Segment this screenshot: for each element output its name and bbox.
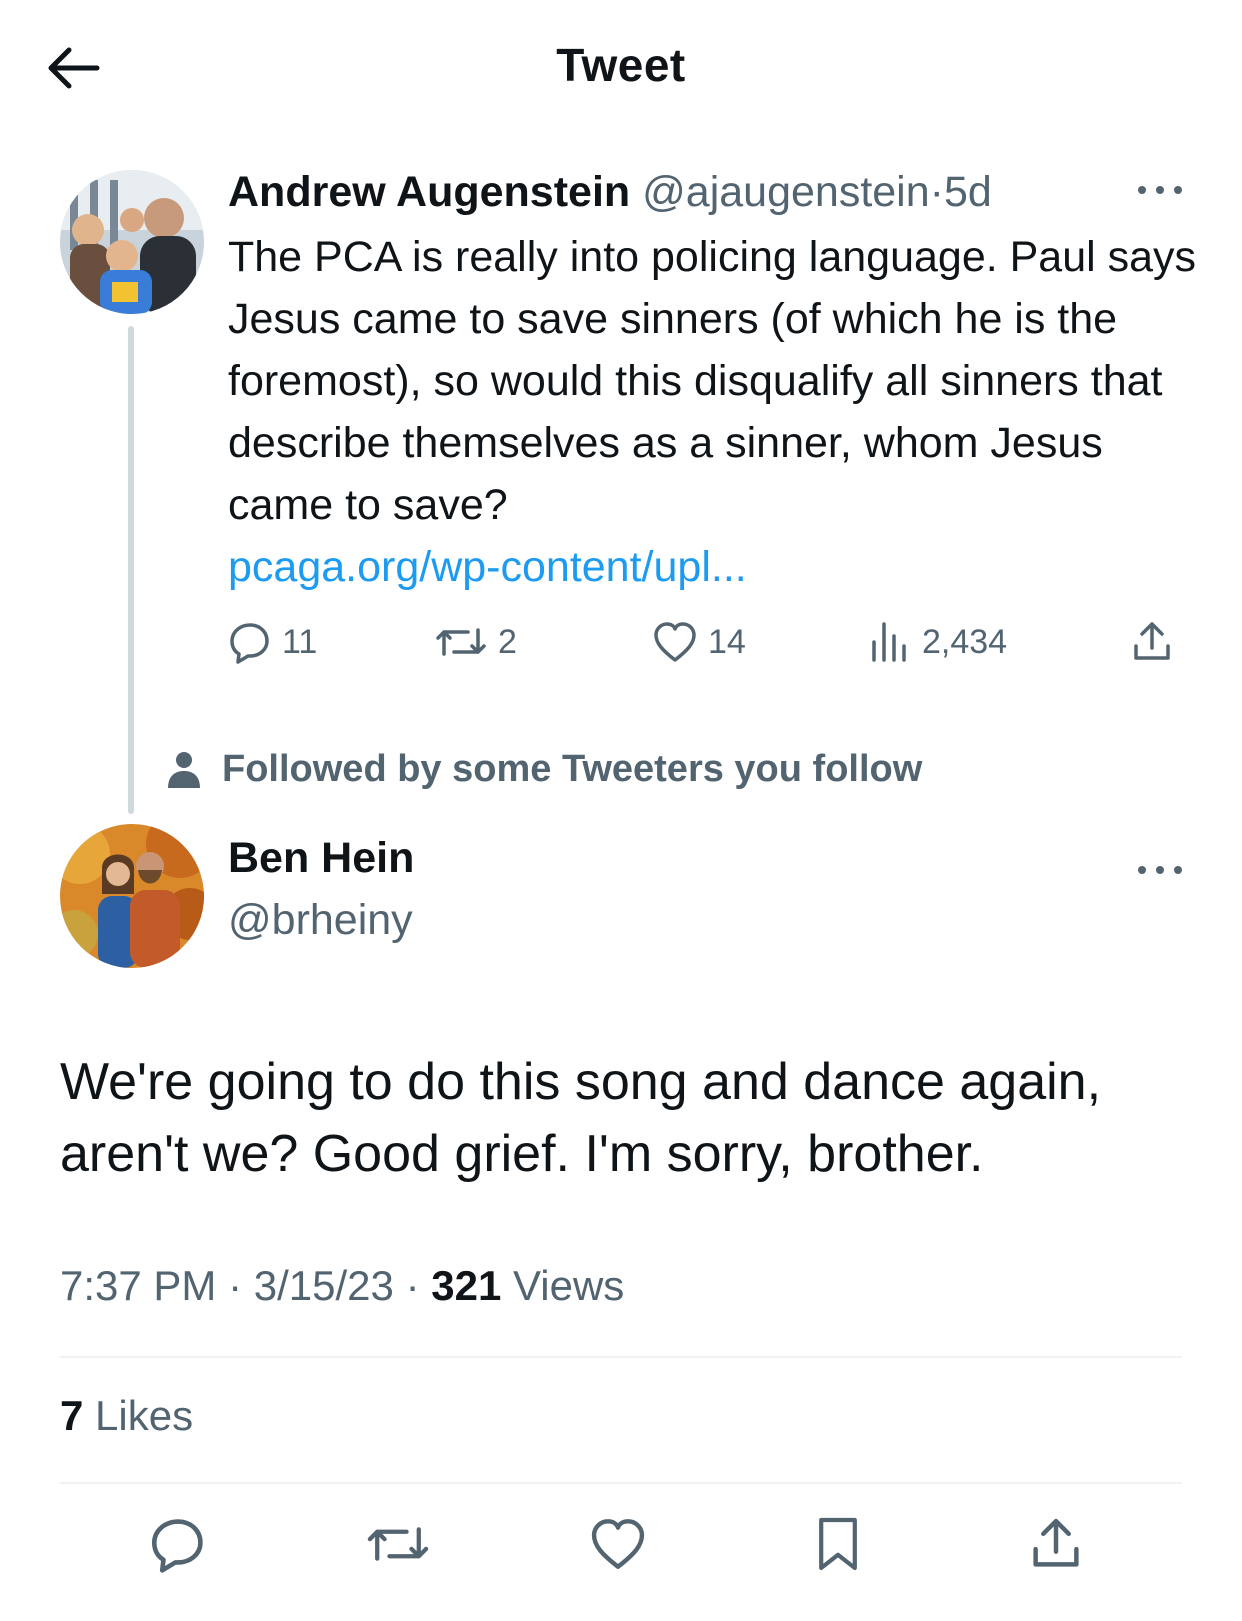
retweet-count: 2: [498, 622, 517, 661]
like-action[interactable]: 14: [652, 620, 746, 664]
author-handle[interactable]: @ajaugenstein: [642, 168, 930, 216]
views-icon: [872, 622, 906, 662]
retweet-icon: [367, 1527, 429, 1561]
share-action[interactable]: [1130, 620, 1174, 664]
retweet-button[interactable]: [358, 1504, 438, 1584]
avatar-photo: [60, 824, 204, 968]
tweet-date[interactable]: 3/15/23: [254, 1262, 394, 1309]
social-context: Followed by some Tweeters you follow: [166, 748, 922, 791]
reply-icon: [230, 623, 269, 664]
retweet-icon: [436, 628, 486, 656]
heart-icon: [591, 1519, 645, 1569]
avatar[interactable]: [60, 170, 204, 314]
share-button[interactable]: [1016, 1504, 1096, 1584]
social-context-text[interactable]: Followed by some Tweeters you follow: [222, 748, 922, 791]
views-count: 2,434: [922, 622, 1008, 661]
page-title: Tweet: [556, 39, 686, 91]
more-options-button[interactable]: [1134, 180, 1186, 200]
divider: [60, 1356, 1182, 1358]
more-options-button[interactable]: [1134, 860, 1186, 880]
parent-tweet-actions: 11 2 14 2,434: [228, 620, 1188, 680]
parent-tweet-header: Andrew Augenstein @ajaugenstein·5d: [228, 162, 992, 222]
person-icon: [168, 751, 200, 788]
avatar[interactable]: [60, 824, 204, 968]
share-icon: [1033, 1518, 1079, 1567]
heart-icon: [654, 622, 696, 662]
reply-count: 11: [282, 622, 318, 661]
parent-tweet-link[interactable]: pcaga.org/wp-content/upl...: [228, 536, 747, 598]
thread-line: [128, 326, 134, 814]
author-name[interactable]: Andrew Augenstein: [228, 168, 630, 216]
views-label[interactable]: Views: [513, 1262, 624, 1309]
separator-dot: ·: [929, 168, 944, 216]
author-name[interactable]: Ben Hein: [228, 834, 414, 883]
reply-button[interactable]: [138, 1504, 218, 1584]
parent-tweet-text: The PCA is really into policing language…: [228, 233, 1197, 529]
main-tweet-text: We're going to do this song and dance ag…: [60, 1053, 1102, 1183]
like-button[interactable]: [578, 1504, 658, 1584]
more-icon: [1138, 866, 1182, 874]
views-action[interactable]: 2,434: [868, 620, 1007, 664]
separator-dot: ·: [228, 1262, 243, 1309]
tweet-action-bar: [0, 1504, 1242, 1594]
divider: [60, 1482, 1182, 1484]
bookmark-icon: [819, 1517, 857, 1571]
avatar-photo: [60, 170, 204, 314]
views-count[interactable]: 321: [431, 1262, 501, 1309]
reply-icon: [151, 1519, 203, 1573]
share-icon: [1134, 622, 1170, 660]
likes-summary[interactable]: 7 Likes: [60, 1392, 193, 1440]
tweet-metadata: 7:37 PM · 3/15/23 · 321 Views: [60, 1262, 624, 1310]
like-count: 14: [708, 622, 746, 661]
top-bar: Tweet: [0, 0, 1242, 130]
separator-dot: ·: [405, 1262, 420, 1309]
likes-count: 7: [60, 1392, 84, 1439]
likes-label: Likes: [95, 1392, 194, 1439]
tweet-time[interactable]: 7:37 PM: [60, 1262, 216, 1309]
more-icon: [1138, 186, 1182, 194]
author-handle[interactable]: @brheiny: [228, 896, 413, 945]
tweet-time[interactable]: 5d: [944, 168, 992, 216]
retweet-action[interactable]: 2: [434, 620, 517, 664]
bookmark-button[interactable]: [798, 1504, 878, 1584]
reply-action[interactable]: 11: [228, 620, 317, 664]
